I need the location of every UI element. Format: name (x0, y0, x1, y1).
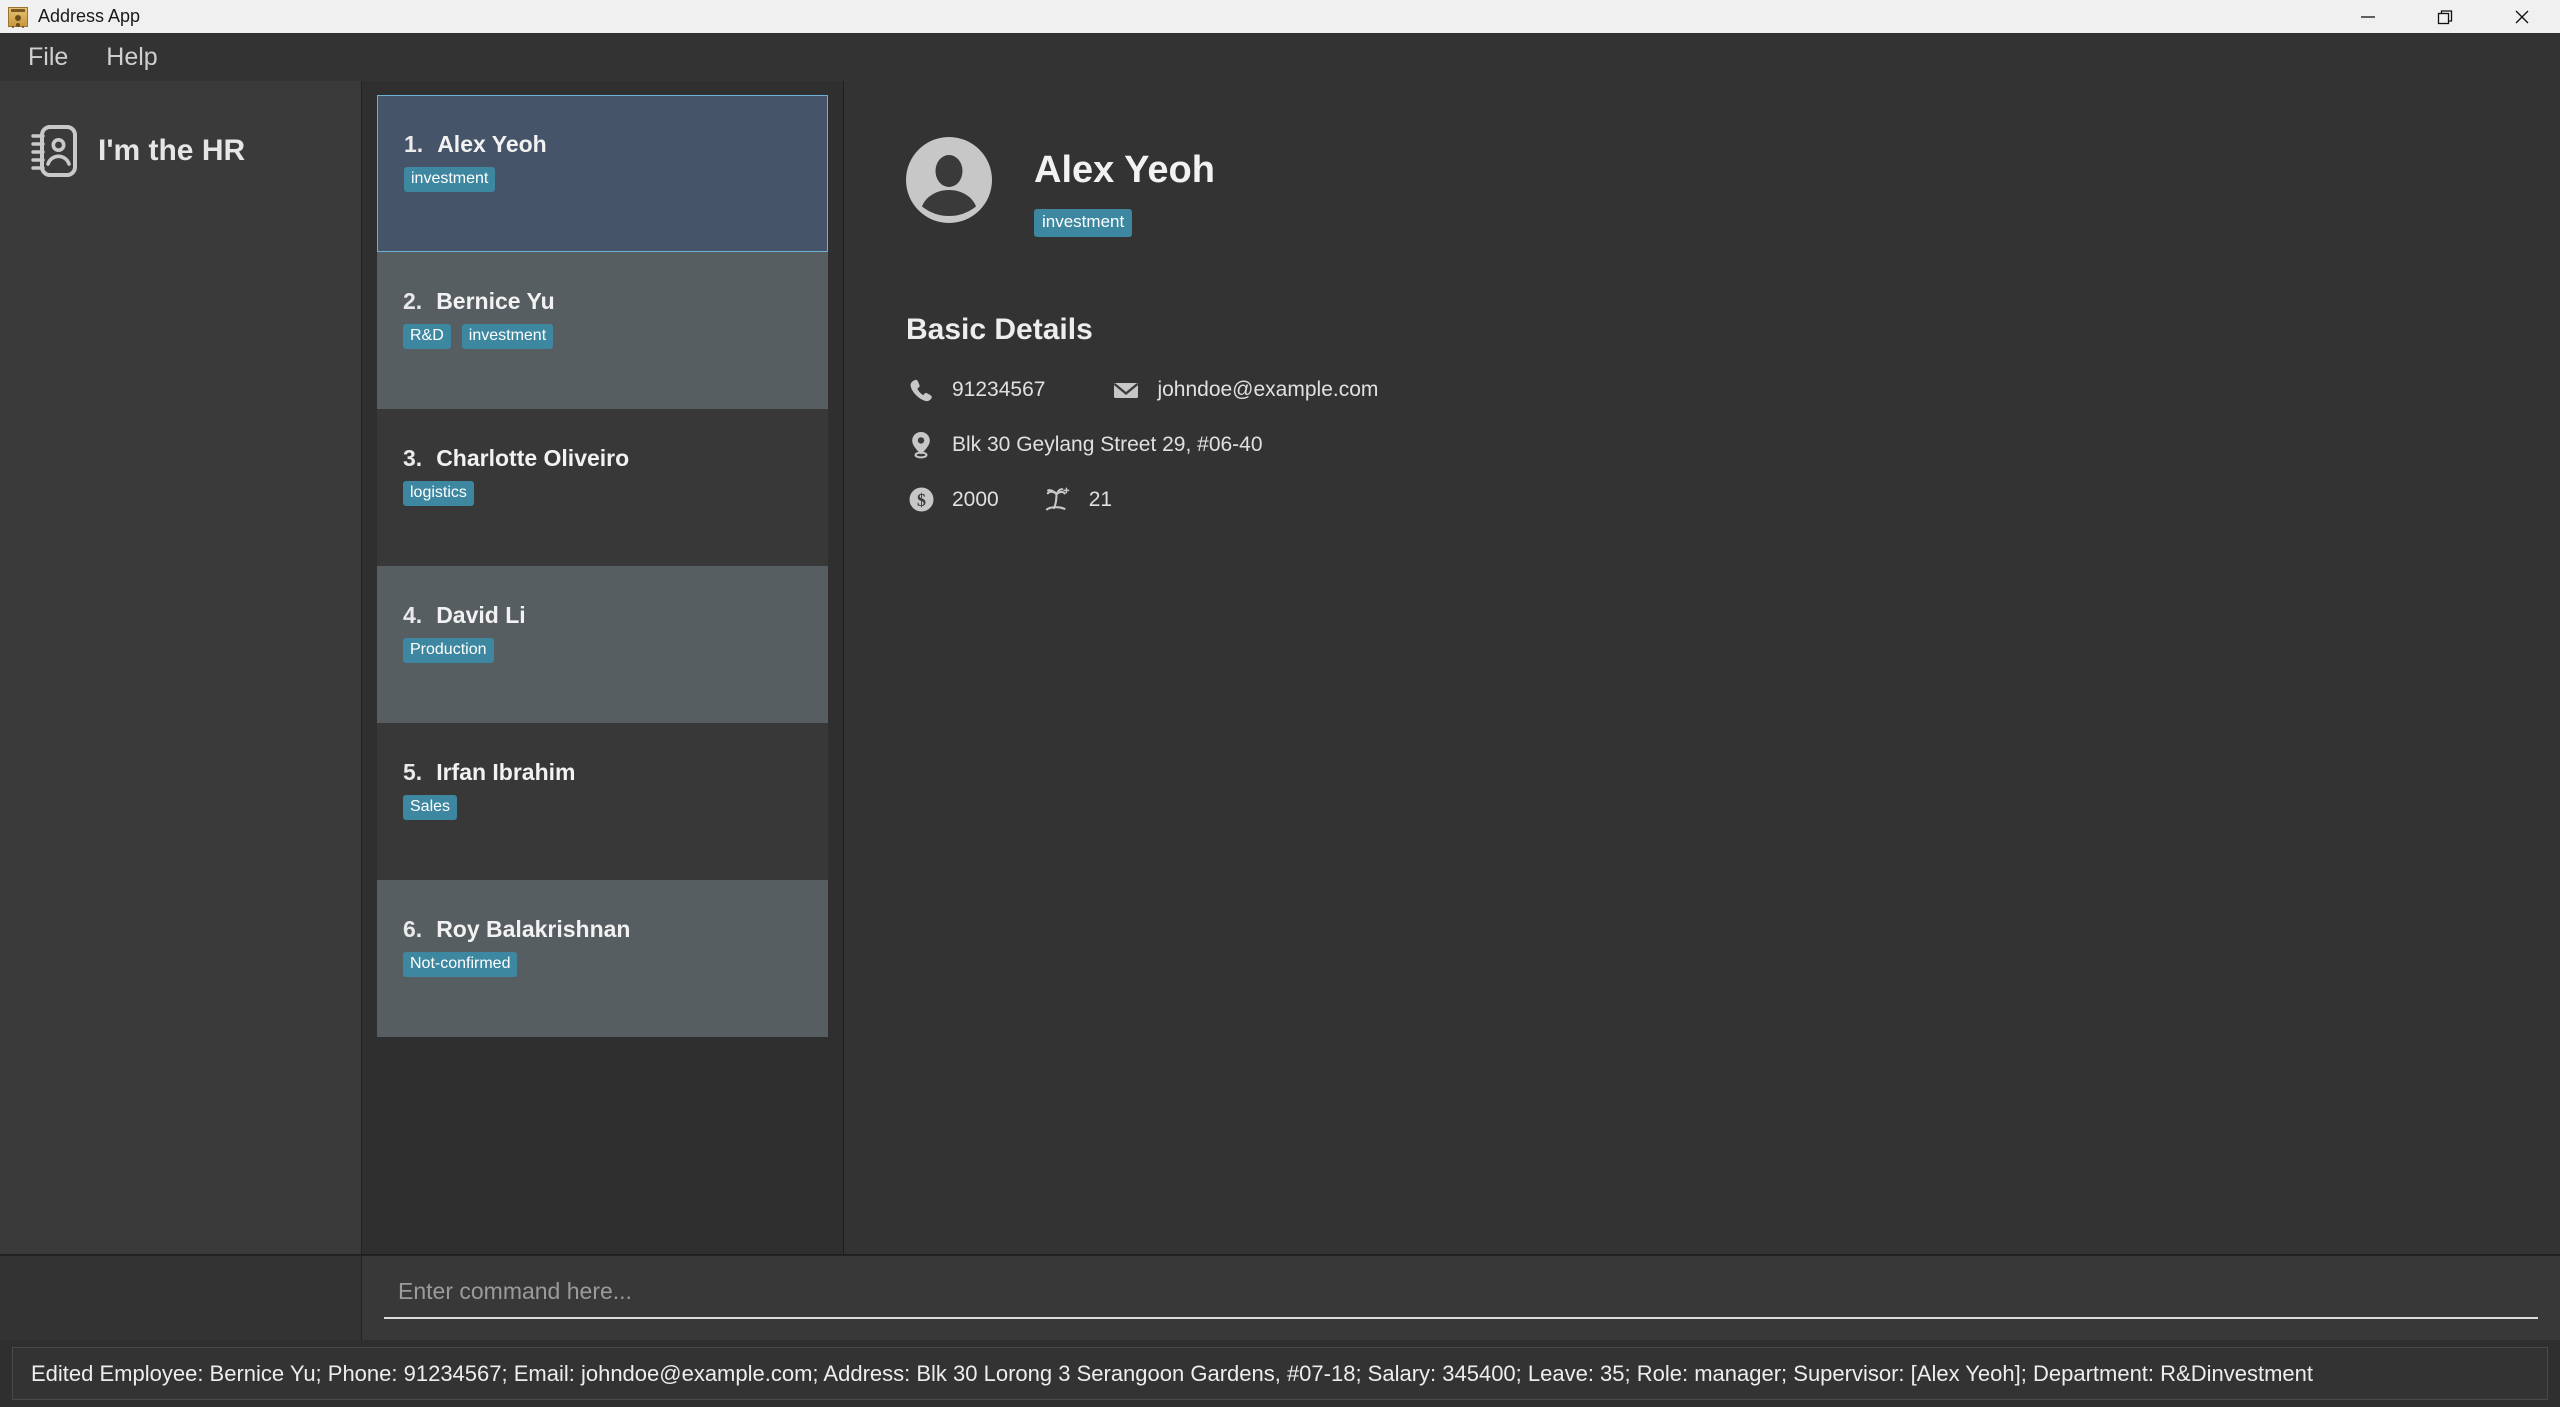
user-avatar-icon (906, 137, 992, 223)
main-area: I'm the HR 1. Alex Yeoh investment 2. Be… (0, 81, 2560, 1255)
list-item-tags: logistics (403, 481, 828, 506)
phone-icon (906, 375, 936, 405)
app-body: I'm the HR 1. Alex Yeoh investment 2. Be… (0, 81, 2560, 1407)
svg-text:$: $ (917, 490, 926, 510)
status-bar: Edited Employee: Bernice Yu; Phone: 9123… (0, 1340, 2560, 1407)
list-item-name: Roy Balakrishnan (436, 916, 630, 943)
list-item-header: 4. David Li (403, 602, 828, 629)
list-item-tags: Production (403, 638, 828, 663)
detail-tags: investment (1034, 209, 1215, 237)
detail-field-phone: 91234567 (906, 375, 1045, 405)
email-value: johndoe@example.com (1157, 378, 1378, 402)
command-row-spacer (0, 1255, 362, 1340)
close-icon[interactable] (2483, 0, 2560, 33)
restore-icon[interactable] (2406, 0, 2483, 33)
phone-value: 91234567 (952, 378, 1045, 402)
minimize-icon[interactable] (2329, 0, 2406, 33)
window-titlebar: Address App (0, 0, 2560, 33)
detail-field-email: johndoe@example.com (1111, 375, 1378, 405)
list-item-name: Alex Yeoh (437, 131, 547, 158)
tag: Sales (403, 795, 457, 820)
list-item-name: David Li (436, 602, 525, 629)
tag: investment (404, 167, 495, 192)
detail-fields: 91234567 johndoe@example.com (906, 375, 2560, 515)
titlebar-left: Address App (0, 6, 140, 27)
list-item[interactable]: 4. David Li Production (377, 566, 828, 723)
dollar-coin-icon: $ (906, 485, 936, 515)
list-item-name: Bernice Yu (436, 288, 554, 315)
list-item-header: 3. Charlotte Oliveiro (403, 445, 828, 472)
detail-field-leave: 21 (1043, 485, 1112, 515)
command-row (0, 1255, 2560, 1340)
list-item-index: 5. (403, 759, 422, 786)
detail-row-address: Blk 30 Geylang Street 29, #06-40 (906, 430, 2560, 460)
brand: I'm the HR (0, 123, 361, 179)
list-item[interactable]: 1. Alex Yeoh investment (377, 95, 828, 252)
detail-header: Alex Yeoh investment (906, 137, 2560, 237)
detail-field-address: Blk 30 Geylang Street 29, #06-40 (906, 430, 1263, 460)
tag: investment (1034, 209, 1132, 237)
section-title-basic-details: Basic Details (906, 313, 2560, 347)
list-item-tags: R&D investment (403, 324, 828, 349)
menu-bar: File Help (0, 33, 2560, 81)
palm-tree-beach-icon (1043, 485, 1073, 515)
menu-item-file[interactable]: File (12, 41, 84, 74)
person-detail-panel: Alex Yeoh investment Basic Details (844, 81, 2560, 1254)
menu-item-help[interactable]: Help (90, 41, 173, 74)
list-item[interactable]: 2. Bernice Yu R&D investment (377, 252, 828, 409)
list-item-index: 6. (403, 916, 422, 943)
tag: logistics (403, 481, 474, 506)
tag: Not-confirmed (403, 952, 517, 977)
status-message: Edited Employee: Bernice Yu; Phone: 9123… (31, 1361, 2313, 1387)
brand-label: I'm the HR (98, 134, 245, 168)
envelope-icon (1111, 375, 1141, 405)
leave-value: 21 (1089, 488, 1112, 512)
address-book-icon (8, 7, 28, 27)
list-item-name: Charlotte Oliveiro (436, 445, 629, 472)
tag: Production (403, 638, 494, 663)
detail-field-salary: $ 2000 (906, 485, 999, 515)
list-item[interactable]: 6. Roy Balakrishnan Not-confirmed (377, 880, 828, 1037)
list-item-header: 2. Bernice Yu (403, 288, 828, 315)
tag: R&D (403, 324, 451, 349)
person-list[interactable]: 1. Alex Yeoh investment 2. Bernice Yu R&… (362, 81, 844, 1254)
list-item-header: 6. Roy Balakrishnan (403, 916, 828, 943)
command-box (362, 1255, 2560, 1340)
list-item-index: 4. (403, 602, 422, 629)
detail-row-contact: 91234567 johndoe@example.com (906, 375, 2560, 405)
detail-name: Alex Yeoh (1034, 149, 1215, 192)
window-controls (2329, 0, 2560, 33)
list-item-header: 1. Alex Yeoh (404, 131, 827, 158)
map-pin-icon (906, 430, 936, 460)
list-item-tags: Not-confirmed (403, 952, 828, 977)
address-value: Blk 30 Geylang Street 29, #06-40 (952, 433, 1263, 457)
list-item-name: Irfan Ibrahim (436, 759, 575, 786)
window-title: Address App (38, 6, 140, 27)
detail-row-salary-leave: $ 2000 (906, 485, 2560, 515)
list-item-index: 1. (404, 131, 423, 158)
sidebar: I'm the HR (0, 81, 362, 1254)
address-book-person-icon (28, 123, 80, 179)
list-item-index: 2. (403, 288, 422, 315)
list-item[interactable]: 3. Charlotte Oliveiro logistics (377, 409, 828, 566)
list-item-tags: investment (404, 167, 827, 192)
command-input[interactable] (384, 1278, 2538, 1319)
salary-value: 2000 (952, 488, 999, 512)
list-item[interactable]: 5. Irfan Ibrahim Sales (377, 723, 828, 880)
list-item-tags: Sales (403, 795, 828, 820)
detail-header-text: Alex Yeoh investment (1034, 137, 1215, 237)
status-bar-inner: Edited Employee: Bernice Yu; Phone: 9123… (12, 1347, 2548, 1400)
list-item-header: 5. Irfan Ibrahim (403, 759, 828, 786)
tag: investment (462, 324, 553, 349)
list-item-index: 3. (403, 445, 422, 472)
